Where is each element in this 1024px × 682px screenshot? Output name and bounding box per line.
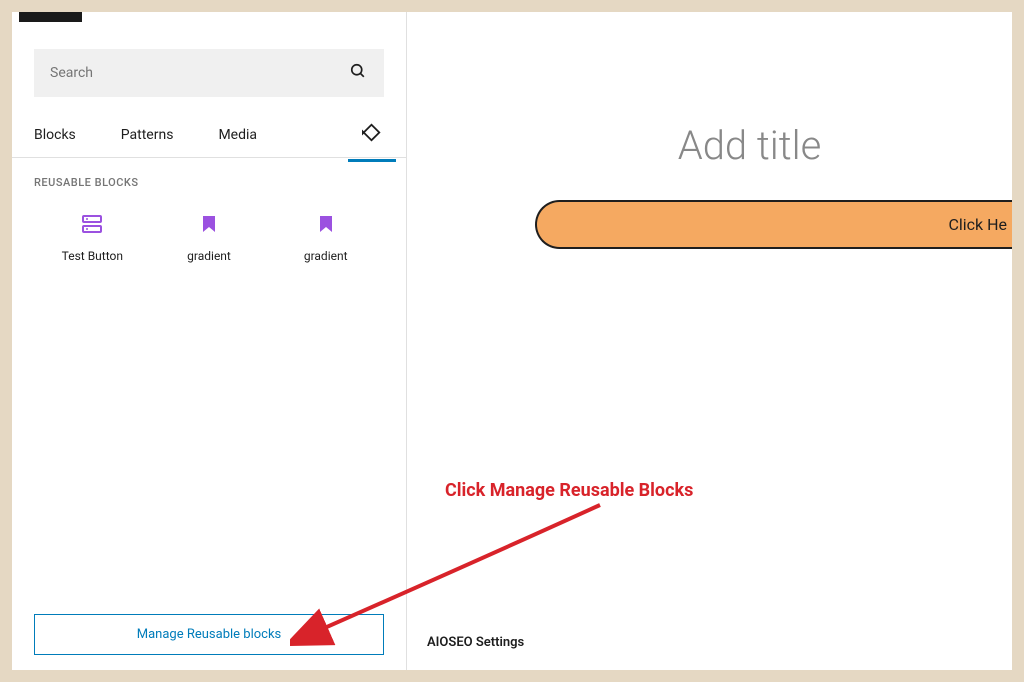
search-input[interactable] — [50, 65, 348, 81]
aioseo-settings-label[interactable]: AIOSEO Settings — [427, 635, 524, 650]
reusable-block-grid: Test Button gradient gradient — [12, 197, 406, 277]
post-title-input[interactable]: Add title — [407, 122, 1012, 169]
inserter-tabs: Blocks Patterns Media — [12, 113, 406, 158]
bookmark-icon — [151, 211, 268, 237]
block-item-label: gradient — [267, 249, 384, 263]
tab-media[interactable]: Media — [218, 115, 257, 155]
search-icon — [348, 61, 368, 85]
block-item-gradient-2[interactable]: gradient — [267, 211, 384, 263]
block-item-gradient-1[interactable]: gradient — [151, 211, 268, 263]
block-inserter-sidebar: Blocks Patterns Media REUSABLE BLOCKS — [12, 12, 407, 670]
button-block-icon — [34, 211, 151, 237]
bookmark-icon — [267, 211, 384, 237]
block-item-label: gradient — [151, 249, 268, 263]
manage-reusable-blocks-button[interactable]: Manage Reusable blocks — [34, 614, 384, 655]
editor-canvas: Add title Click He Click Manage Reusable… — [407, 12, 1012, 670]
block-item-test-button[interactable]: Test Button — [34, 211, 151, 263]
search-field-wrapper[interactable] — [34, 49, 384, 97]
tab-reusable-icon[interactable] — [360, 113, 384, 157]
block-item-label: Test Button — [34, 249, 151, 263]
tab-patterns[interactable]: Patterns — [121, 115, 174, 155]
section-title: REUSABLE BLOCKS — [12, 158, 406, 197]
annotation-label: Click Manage Reusable Blocks — [445, 480, 693, 501]
editor-button-block[interactable]: Click He — [535, 200, 1012, 249]
tab-blocks[interactable]: Blocks — [34, 115, 76, 155]
